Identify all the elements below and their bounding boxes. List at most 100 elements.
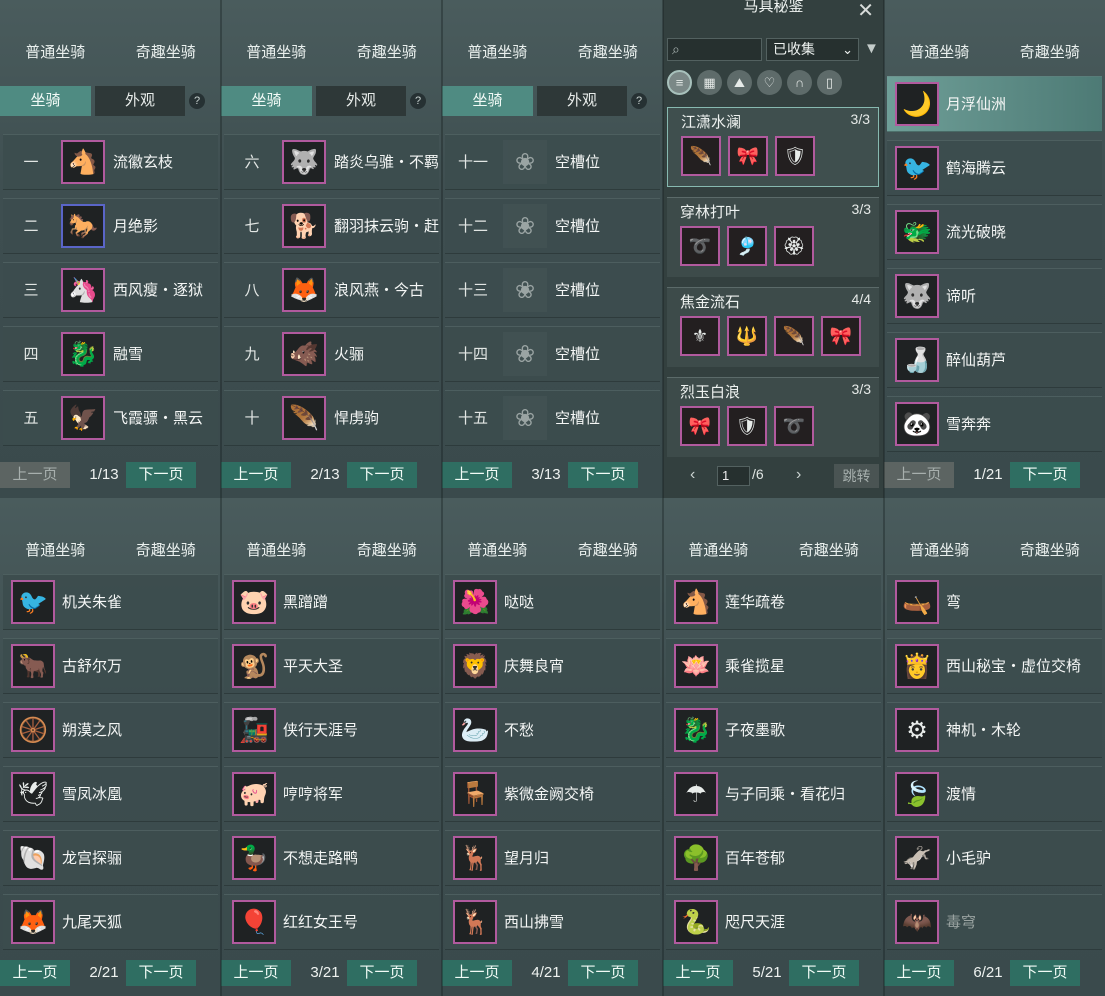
tab-fun-mount[interactable]: 奇趣坐骑 bbox=[553, 30, 664, 76]
mount-slot-row[interactable]: 九 🐗 火骊 bbox=[224, 326, 439, 382]
page-input[interactable]: 1 bbox=[717, 466, 750, 486]
fun-mount-row[interactable]: 🛞 朔漠之风 bbox=[3, 702, 218, 758]
prev-page-button[interactable]: 上一页 bbox=[884, 960, 954, 986]
fun-mount-row[interactable]: 🐉 子夜墨歌 bbox=[666, 702, 881, 758]
fun-mount-row[interactable]: 🦆 不想走路鸭 bbox=[224, 830, 439, 886]
mount-slot-row[interactable]: 十四 ❀ 空槽位 bbox=[445, 326, 660, 382]
tab-fun-mount[interactable]: 奇趣坐骑 bbox=[332, 528, 443, 574]
fun-mount-row[interactable]: 🐖 哼哼将军 bbox=[224, 766, 439, 822]
grid-category-icon[interactable]: ▦ bbox=[697, 70, 722, 95]
fun-mount-row[interactable]: 🦢 不愁 bbox=[445, 702, 660, 758]
accessory-item-icon[interactable]: ⚜ bbox=[680, 316, 720, 356]
prev-page-button[interactable]: 上一页 bbox=[663, 960, 733, 986]
fun-mount-row[interactable]: 🐷 黑蹭蹭 bbox=[224, 574, 439, 630]
fun-mount-row[interactable]: 🐍 咫尺天涯 bbox=[666, 894, 881, 950]
help-icon[interactable]: ? bbox=[189, 93, 205, 109]
fun-mount-row[interactable]: 🐒 平天大圣 bbox=[224, 638, 439, 694]
fun-mount-row[interactable]: 🪷 乘雀揽星 bbox=[666, 638, 881, 694]
fun-mount-row[interactable]: 🌙 月浮仙洲 bbox=[887, 76, 1102, 132]
mount-slot-row[interactable]: 十五 ❀ 空槽位 bbox=[445, 390, 660, 446]
tab-normal-mount[interactable]: 普通坐骑 bbox=[442, 528, 553, 574]
tab-fun-mount[interactable]: 奇趣坐骑 bbox=[553, 528, 664, 574]
help-icon[interactable]: ? bbox=[631, 93, 647, 109]
fun-mount-row[interactable]: 🐺 谛听 bbox=[887, 268, 1102, 324]
mount-slot-row[interactable]: 七 🐕 翻羽抹云驹・赶 bbox=[224, 198, 439, 254]
subtab-appearance[interactable]: 外观 bbox=[537, 86, 627, 116]
accessory-item-icon[interactable]: 🪶 bbox=[681, 136, 721, 176]
fun-mount-row[interactable]: 🦁 庆舞良宵 bbox=[445, 638, 660, 694]
tab-fun-mount[interactable]: 奇趣坐骑 bbox=[995, 30, 1105, 76]
tab-fun-mount[interactable]: 奇趣坐骑 bbox=[995, 528, 1105, 574]
fun-mount-row[interactable]: 🌺 哒哒 bbox=[445, 574, 660, 630]
fun-mount-row[interactable]: 🐦 鹤海腾云 bbox=[887, 140, 1102, 196]
next-page-button[interactable]: 下一页 bbox=[1010, 960, 1080, 986]
fun-mount-row[interactable]: 🦇 毒穹 bbox=[887, 894, 1102, 950]
tab-normal-mount[interactable]: 普通坐骑 bbox=[0, 30, 111, 76]
fun-mount-row[interactable]: 🐼 雪奔奔 bbox=[887, 396, 1102, 452]
close-icon[interactable]: ✕ bbox=[857, 0, 874, 23]
collection-filter-select[interactable]: 已收集 ⌄ bbox=[766, 38, 859, 61]
accessory-item-icon[interactable]: 🏵 bbox=[774, 226, 814, 266]
mount-slot-row[interactable]: 十 🪶 悍虏驹 bbox=[224, 390, 439, 446]
fun-mount-row[interactable]: ☂ 与子同乘・看花归 bbox=[666, 766, 881, 822]
next-page-button[interactable]: 下一页 bbox=[347, 960, 417, 986]
subtab-mount[interactable]: 坐骑 bbox=[0, 86, 91, 116]
mount-slot-row[interactable]: 十一 ❀ 空槽位 bbox=[445, 134, 660, 190]
help-icon[interactable]: ? bbox=[410, 93, 426, 109]
accessory-item-icon[interactable]: 🎀 bbox=[728, 136, 768, 176]
fun-mount-row[interactable]: 🐲 流光破晓 bbox=[887, 204, 1102, 260]
accessory-item-icon[interactable]: 🔱 bbox=[727, 316, 767, 356]
prev-page-button[interactable]: 上一页 bbox=[442, 462, 512, 488]
tab-normal-mount[interactable]: 普通坐骑 bbox=[0, 528, 111, 574]
mount-slot-row[interactable]: 十三 ❀ 空槽位 bbox=[445, 262, 660, 318]
all-category-icon[interactable]: ≡ bbox=[667, 70, 692, 95]
subtab-appearance[interactable]: 外观 bbox=[316, 86, 406, 116]
tab-fun-mount[interactable]: 奇趣坐骑 bbox=[111, 528, 222, 574]
accessory-item-icon[interactable]: ➰ bbox=[774, 406, 814, 446]
accessory-item-icon[interactable]: 🪶 bbox=[774, 316, 814, 356]
next-page-button[interactable]: 下一页 bbox=[347, 462, 417, 488]
accessory-set[interactable]: 穿林打叶 3/3 ➰ 🎐 🏵 bbox=[667, 197, 879, 277]
mount-slot-row[interactable]: 五 🦅 飞霞骠・黑云 bbox=[3, 390, 218, 446]
tab-normal-mount[interactable]: 普通坐骑 bbox=[663, 528, 774, 574]
tab-normal-mount[interactable]: 普通坐骑 bbox=[442, 30, 553, 76]
fun-mount-row[interactable]: 🐴 莲华疏卷 bbox=[666, 574, 881, 630]
fun-mount-row[interactable]: 🍶 醉仙葫芦 bbox=[887, 332, 1102, 388]
mount-slot-row[interactable]: 六 🐺 踏炎乌骓・不羁 bbox=[224, 134, 439, 190]
tab-fun-mount[interactable]: 奇趣坐骑 bbox=[774, 528, 885, 574]
fun-mount-row[interactable]: 🪑 紫微金阙交椅 bbox=[445, 766, 660, 822]
fun-mount-row[interactable]: 🐚 龙宫探骊 bbox=[3, 830, 218, 886]
tab-normal-mount[interactable]: 普通坐骑 bbox=[884, 30, 995, 76]
subtab-appearance[interactable]: 外观 bbox=[95, 86, 185, 116]
jump-button[interactable]: 跳转 bbox=[834, 464, 879, 488]
armor-category-icon[interactable]: ▯ bbox=[817, 70, 842, 95]
accessory-set[interactable]: 烈玉白浪 3/3 🎀 🛡 ➰ bbox=[667, 377, 879, 457]
prev-page-button[interactable]: 上一页 bbox=[0, 960, 70, 986]
accessory-set[interactable]: 江潇水澜 3/3 🪶 🎀 🛡 bbox=[667, 107, 879, 187]
next-page-button[interactable]: 下一页 bbox=[1010, 462, 1080, 488]
mount-slot-row[interactable]: 八 🦊 浪风燕・今古 bbox=[224, 262, 439, 318]
fun-mount-row[interactable]: 🛶 弯 bbox=[887, 574, 1102, 630]
tab-normal-mount[interactable]: 普通坐骑 bbox=[221, 30, 332, 76]
subtab-mount[interactable]: 坐骑 bbox=[221, 86, 312, 116]
accessory-item-icon[interactable]: 🎐 bbox=[727, 226, 767, 266]
filter-icon[interactable]: ▼ bbox=[864, 40, 879, 57]
prev-page-button[interactable]: 上一页 bbox=[442, 960, 512, 986]
accessory-item-icon[interactable]: 🛡 bbox=[775, 136, 815, 176]
next-page-button[interactable]: 下一页 bbox=[568, 960, 638, 986]
accessory-item-icon[interactable]: 🎀 bbox=[680, 406, 720, 446]
prev-page-button[interactable]: 上一页 bbox=[884, 462, 954, 488]
next-page-button[interactable]: 下一页 bbox=[789, 960, 859, 986]
accessory-item-icon[interactable]: 🎀 bbox=[821, 316, 861, 356]
prev-page-button[interactable]: 上一页 bbox=[0, 462, 70, 488]
fun-mount-row[interactable]: 🍃 渡情 bbox=[887, 766, 1102, 822]
next-page-button[interactable]: 下一页 bbox=[568, 462, 638, 488]
fun-mount-row[interactable]: 🐦 机关朱雀 bbox=[3, 574, 218, 630]
fun-mount-row[interactable]: 🫏 小毛驴 bbox=[887, 830, 1102, 886]
fun-mount-row[interactable]: 🦌 望月归 bbox=[445, 830, 660, 886]
prev-page-button[interactable]: 上一页 bbox=[221, 462, 291, 488]
mount-slot-row[interactable]: 四 🐉 融雪 bbox=[3, 326, 218, 382]
tab-fun-mount[interactable]: 奇趣坐骑 bbox=[332, 30, 443, 76]
saddle-category-icon[interactable]: ⛰ bbox=[727, 70, 752, 95]
horseshoe-category-icon[interactable]: ∩ bbox=[787, 70, 812, 95]
